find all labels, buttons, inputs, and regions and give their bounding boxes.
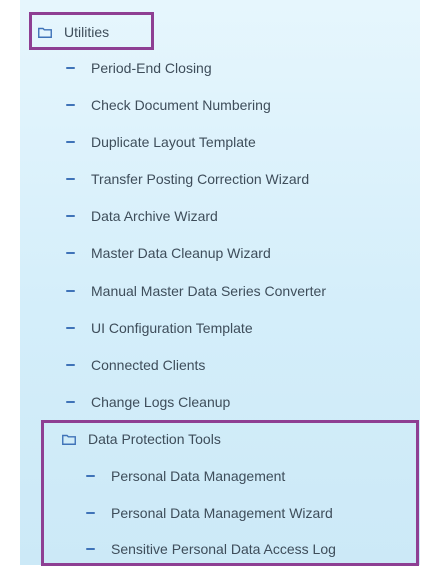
dash-icon [66,104,75,106]
tree-item-transfer-posting-correction-wizard[interactable]: Transfer Posting Correction Wizard [66,167,309,191]
tree-item-label: UI Configuration Template [91,320,253,336]
dash-icon [66,178,75,180]
tree-item-manual-master-data-series-converter[interactable]: Manual Master Data Series Converter [66,279,326,303]
dash-icon [86,548,95,550]
tree-item-label: Check Document Numbering [91,97,271,113]
dash-icon [66,401,75,403]
folder-icon [62,434,76,445]
tree-folder-label: Utilities [64,24,110,40]
dash-icon [66,67,75,69]
dash-icon [86,475,95,477]
dash-icon [66,327,75,329]
tree-item-duplicate-layout-template[interactable]: Duplicate Layout Template [66,130,256,154]
tree-item-label: Sensitive Personal Data Access Log [111,541,336,557]
tree-item-label: Personal Data Management Wizard [111,505,333,521]
tree-item-ui-configuration-template[interactable]: UI Configuration Template [66,316,253,340]
dash-icon [66,290,75,292]
tree-item-data-archive-wizard[interactable]: Data Archive Wizard [66,204,218,228]
tree-item-label: Master Data Cleanup Wizard [91,245,271,261]
tree-item-label: Transfer Posting Correction Wizard [91,171,310,187]
tree-item-label: Personal Data Management [111,468,286,484]
tree-item-personal-data-management[interactable]: Personal Data Management [86,464,285,488]
tree-item-label: Data Archive Wizard [91,208,218,224]
dash-icon [66,215,75,217]
tree-folder-label: Data Protection Tools [88,431,221,447]
dash-icon [66,141,75,143]
menu-tree-panel: Utilities Period-End Closing Check Docum… [20,0,420,566]
tree-item-sensitive-personal-data-access-log[interactable]: Sensitive Personal Data Access Log [86,537,336,561]
tree-folder-data-protection-tools[interactable]: Data Protection Tools [62,427,221,451]
tree-item-label: Connected Clients [91,357,206,373]
tree-item-change-logs-cleanup[interactable]: Change Logs Cleanup [66,390,230,414]
tree-item-label: Manual Master Data Series Converter [91,283,326,299]
tree-item-connected-clients[interactable]: Connected Clients [66,353,205,377]
folder-icon [38,27,52,38]
tree-item-personal-data-management-wizard[interactable]: Personal Data Management Wizard [86,501,333,525]
dash-icon [86,512,95,514]
dash-icon [66,252,75,254]
tree-item-check-document-numbering[interactable]: Check Document Numbering [66,93,271,117]
dash-icon [66,364,75,366]
tree-item-label: Duplicate Layout Template [91,134,256,150]
tree-item-period-end-closing[interactable]: Period-End Closing [66,56,212,80]
tree-item-label: Change Logs Cleanup [91,394,231,410]
tree-item-label: Period-End Closing [91,60,212,76]
tree-item-master-data-cleanup-wizard[interactable]: Master Data Cleanup Wizard [66,241,271,265]
tree-folder-utilities[interactable]: Utilities [38,20,109,44]
